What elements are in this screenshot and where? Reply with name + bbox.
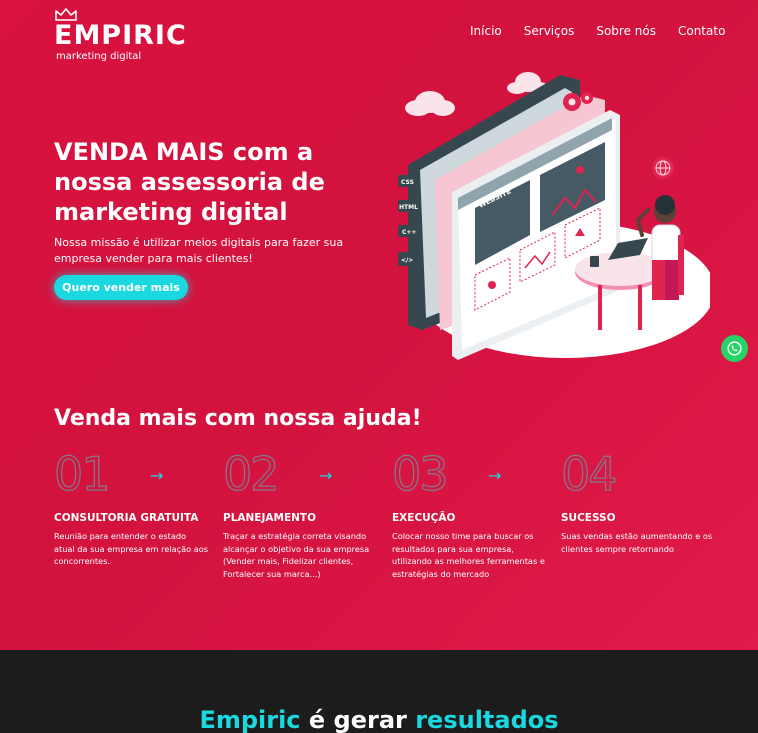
nav-item-servicos[interactable]: Serviços: [524, 24, 575, 38]
step-description: Suas vendas estão aumentando e os client…: [561, 531, 713, 554]
code-badge-html: HTML: [399, 204, 418, 211]
cta-button[interactable]: Quero vender mais: [54, 275, 188, 300]
step-description: Colocar nosso time para buscar os result…: [392, 531, 545, 579]
arrow-right-icon: →: [150, 466, 164, 485]
brand-tagline: marketing digital: [56, 51, 142, 62]
step-description: Traçar a estratégia correta visando alca…: [223, 531, 370, 579]
nav-item-sobre-nos[interactable]: Sobre nós: [596, 24, 656, 38]
step-number: 03: [391, 447, 449, 501]
results-title: Empiric é gerar resultados: [0, 706, 758, 733]
main-nav: Início Serviços Sobre nós Contato: [470, 24, 725, 38]
whatsapp-icon: [727, 341, 742, 356]
results-title-brand: Empiric: [199, 706, 301, 733]
nav-item-inicio[interactable]: Início: [470, 24, 502, 38]
hero-subline: Nossa missão é utilizar meios digitais p…: [54, 236, 344, 265]
hero-illustration: WEBSITE CSS HTML C++ </>: [398, 72, 710, 360]
brand-name: EMPIRIC: [54, 20, 187, 51]
step-title: PLANEJAMENTO: [223, 512, 317, 524]
results-title-middle: é gerar: [300, 706, 416, 733]
code-badge-code: </>: [401, 257, 413, 264]
step-description: Reunião para entender o estado atual da …: [54, 531, 209, 566]
arrow-right-icon: →: [488, 466, 502, 485]
step-1: 01 CONSULTORIA GRATUITA Reunião para ent…: [53, 447, 209, 568]
step-3: 03 EXECUÇÃO Colocar nosso time para busc…: [391, 447, 547, 580]
steps-section-title: Venda mais com nossa ajuda!: [54, 406, 422, 431]
hero-headline: VENDA MAIS com a nossa assessoria de mar…: [54, 138, 325, 226]
step-title: SUCESSO: [561, 512, 616, 524]
nav-item-contato[interactable]: Contato: [678, 24, 725, 38]
step-number: 02: [222, 447, 280, 501]
results-title-end: resultados: [415, 706, 559, 733]
step-title: EXECUÇÃO: [392, 512, 456, 524]
step-4: 04 SUCESSO Suas vendas estão aumentando …: [560, 447, 716, 555]
arrow-right-icon: →: [319, 466, 333, 485]
whatsapp-button[interactable]: [721, 335, 748, 362]
hero-section: EMPIRIC marketing digital Início Serviço…: [0, 0, 758, 650]
step-number: 01: [53, 447, 111, 501]
step-number: 04: [560, 447, 618, 501]
step-title: CONSULTORIA GRATUITA: [54, 512, 199, 524]
step-2: 02 PLANEJAMENTO Traçar a estratégia corr…: [222, 447, 378, 580]
code-badge-css: CSS: [401, 179, 414, 186]
code-badge-cpp: C++: [402, 229, 416, 236]
